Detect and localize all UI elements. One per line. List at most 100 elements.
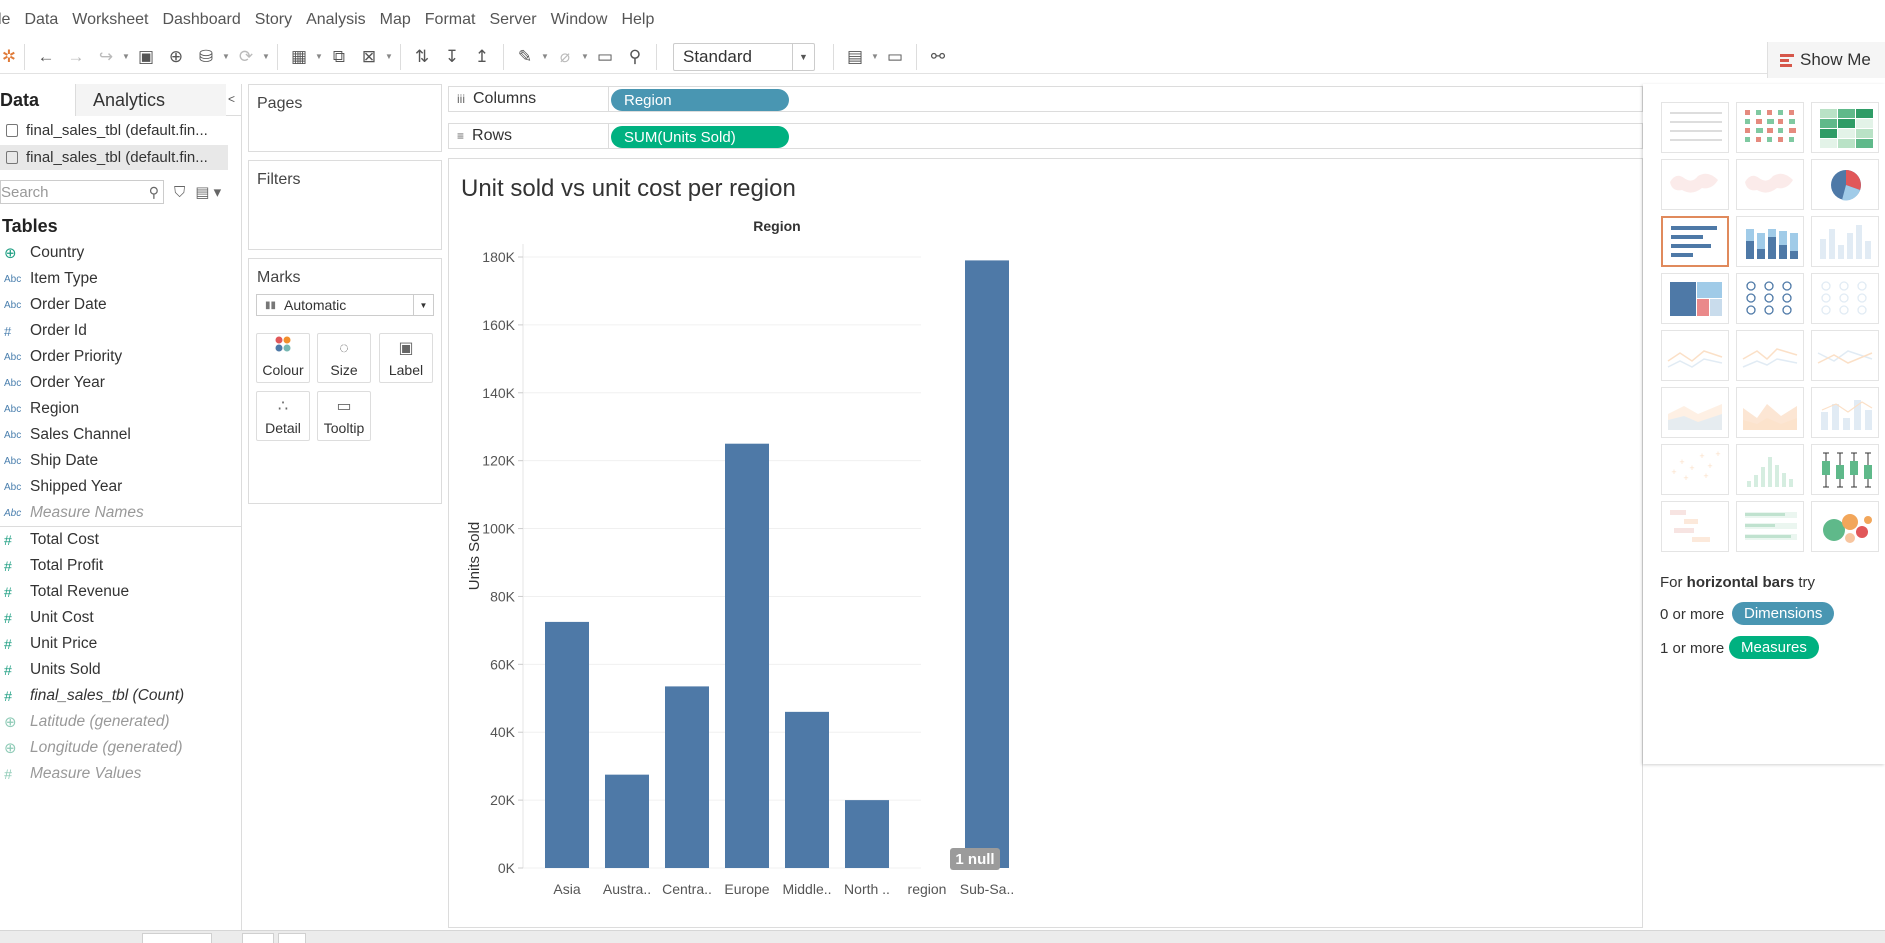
x-tick-label[interactable]: region	[908, 881, 947, 897]
units-sold-pill[interactable]: SUM(Units Sold)	[611, 126, 789, 148]
sort-descending-icon[interactable]: ↥	[467, 43, 497, 71]
show-me-button[interactable]: Show Me	[1767, 42, 1885, 78]
bar[interactable]	[665, 686, 709, 868]
menu-dashboard[interactable]: Dashboard	[155, 11, 247, 29]
chart-type-dual-lines[interactable]	[1811, 330, 1879, 381]
menu-window[interactable]: Window	[544, 11, 615, 29]
chart-type-side-by-side-circles[interactable]	[1811, 273, 1879, 324]
search-input[interactable]: Search ⚲	[0, 180, 164, 204]
pause-updates-icon[interactable]: ⛁	[191, 43, 221, 71]
new-worksheet-icon[interactable]: ▦	[284, 43, 314, 71]
collapse-pane-icon[interactable]: <	[228, 92, 235, 106]
chart-type-bullet-graph[interactable]	[1736, 501, 1804, 552]
chart-type-area-discrete[interactable]	[1736, 387, 1804, 438]
detail-button[interactable]: ∴ Detail	[256, 391, 310, 441]
pages-card[interactable]: Pages	[248, 84, 442, 152]
menu-help[interactable]: Help	[614, 11, 661, 29]
show-labels-icon[interactable]: ▭	[590, 43, 620, 71]
bar[interactable]	[965, 260, 1009, 869]
null-indicator[interactable]: 1 null	[950, 848, 1000, 870]
menu-server[interactable]: Server	[482, 11, 543, 29]
chart-type-stacked-bars[interactable]	[1736, 216, 1804, 267]
chart-type-box-and-whisker[interactable]	[1811, 444, 1879, 495]
save-icon[interactable]: ▣	[131, 43, 161, 71]
x-tick-label[interactable]: Asia	[553, 881, 580, 897]
field-total-profit[interactable]: # Total Profit	[0, 553, 241, 579]
field-unit-cost[interactable]: # Unit Cost	[0, 605, 241, 631]
chart-type-discrete-lines[interactable]	[1736, 330, 1804, 381]
rows-shelf[interactable]: ≡ Rows SUM(Units Sold)	[448, 123, 1643, 149]
chart-type-histogram[interactable]	[1736, 444, 1804, 495]
tooltip-button[interactable]: ▭ Tooltip	[317, 391, 371, 441]
mark-type-select[interactable]: ▮▮ Automatic ▼	[256, 294, 434, 316]
redo-icon[interactable]: →	[61, 43, 91, 71]
field-order-id[interactable]: # Order Id	[0, 318, 241, 344]
columns-shelf[interactable]: iii Columns Region	[448, 86, 1643, 112]
tableau-logo-icon[interactable]: ✲	[0, 43, 18, 71]
view-options-icon[interactable]: ▤ ▾	[195, 183, 221, 201]
field-order-year[interactable]: Abc Order Year	[0, 370, 241, 396]
field-total-revenue[interactable]: # Total Revenue	[0, 579, 241, 605]
highlight-icon[interactable]: ✎	[510, 43, 540, 71]
filters-card[interactable]: Filters	[248, 160, 442, 250]
chart-type-horizontal-bars[interactable]	[1661, 216, 1729, 267]
replay-icon[interactable]: ↪	[91, 43, 121, 71]
fit-select[interactable]: Standard ▼	[673, 42, 815, 71]
chart-type-side-by-side-bars[interactable]	[1811, 216, 1879, 267]
field-order-priority[interactable]: Abc Order Priority	[0, 344, 241, 370]
size-button[interactable]: ◌ Size	[317, 333, 371, 383]
chart-type-highlight-table[interactable]	[1811, 102, 1879, 153]
chart-type-area-continuous[interactable]	[1661, 387, 1729, 438]
field-region[interactable]: Abc Region	[0, 396, 241, 422]
x-tick-label[interactable]: Europe	[724, 881, 769, 897]
x-tick-label[interactable]: North ..	[844, 881, 890, 897]
fix-axes-icon[interactable]: ⚲	[620, 43, 650, 71]
menu-worksheet[interactable]: Worksheet	[65, 11, 155, 29]
menu-file[interactable]: le	[0, 11, 17, 29]
field-units-sold[interactable]: # Units Sold	[0, 657, 241, 683]
datasource-item-selected[interactable]: final_sales_tbl (default.fin...	[0, 145, 228, 170]
tab-data[interactable]: Data	[0, 84, 76, 116]
field-longitude-generated[interactable]: ⊕ Longitude (generated)	[0, 735, 241, 761]
menu-format[interactable]: Format	[418, 11, 483, 29]
field-ship-date[interactable]: Abc Ship Date	[0, 448, 241, 474]
swap-icon[interactable]: ⇅	[407, 43, 437, 71]
label-button[interactable]: ▣ Label	[379, 333, 433, 383]
menu-map[interactable]: Map	[373, 11, 418, 29]
bar[interactable]	[605, 774, 649, 868]
field-total-cost[interactable]: # Total Cost	[0, 527, 241, 553]
show-cards-icon[interactable]: ▤	[840, 43, 870, 71]
field-sales-channel[interactable]: Abc Sales Channel	[0, 422, 241, 448]
menu-story[interactable]: Story	[248, 11, 299, 29]
x-tick-label[interactable]: Middle..	[782, 881, 831, 897]
refresh-icon[interactable]: ⟳	[231, 43, 261, 71]
field-final-sales-tbl-count[interactable]: # final_sales_tbl (Count)	[0, 683, 241, 709]
duplicate-sheet-icon[interactable]: ⧉	[324, 43, 354, 71]
chart-type-gantt-chart[interactable]	[1661, 501, 1729, 552]
field-measure-values[interactable]: # Measure Values	[0, 761, 241, 787]
menu-data[interactable]: Data	[17, 11, 65, 29]
bar[interactable]	[845, 800, 889, 868]
field-order-date[interactable]: Abc Order Date	[0, 292, 241, 318]
field-measure-names[interactable]: Abc Measure Names	[0, 500, 241, 526]
sort-ascending-icon[interactable]: ↧	[437, 43, 467, 71]
field-latitude-generated[interactable]: ⊕ Latitude (generated)	[0, 709, 241, 735]
tab-analytics[interactable]: Analytics	[76, 84, 226, 116]
region-pill[interactable]: Region	[611, 89, 789, 111]
undo-icon[interactable]: ←	[31, 43, 61, 71]
chart-type-dual-combination[interactable]	[1811, 387, 1879, 438]
chart-type-continuous-lines[interactable]	[1661, 330, 1729, 381]
datasource-item[interactable]: final_sales_tbl (default.fin...	[0, 118, 241, 143]
chart-type-treemap[interactable]	[1661, 273, 1729, 324]
presentation-mode-icon[interactable]: ▭	[880, 43, 910, 71]
filter-icon[interactable]: ⛉	[174, 184, 185, 201]
chart-type-text-table[interactable]	[1661, 102, 1729, 153]
chart-type-packed-bubbles[interactable]	[1811, 501, 1879, 552]
group-icon[interactable]: ⌀	[550, 43, 580, 71]
field-unit-price[interactable]: # Unit Price	[0, 631, 241, 657]
field-country[interactable]: ⊕ Country	[0, 240, 241, 266]
clear-sheet-icon[interactable]: ⊠	[354, 43, 384, 71]
chart-type-filled-map[interactable]	[1736, 159, 1804, 210]
x-tick-label[interactable]: Centra..	[662, 881, 712, 897]
bar[interactable]	[545, 621, 589, 868]
